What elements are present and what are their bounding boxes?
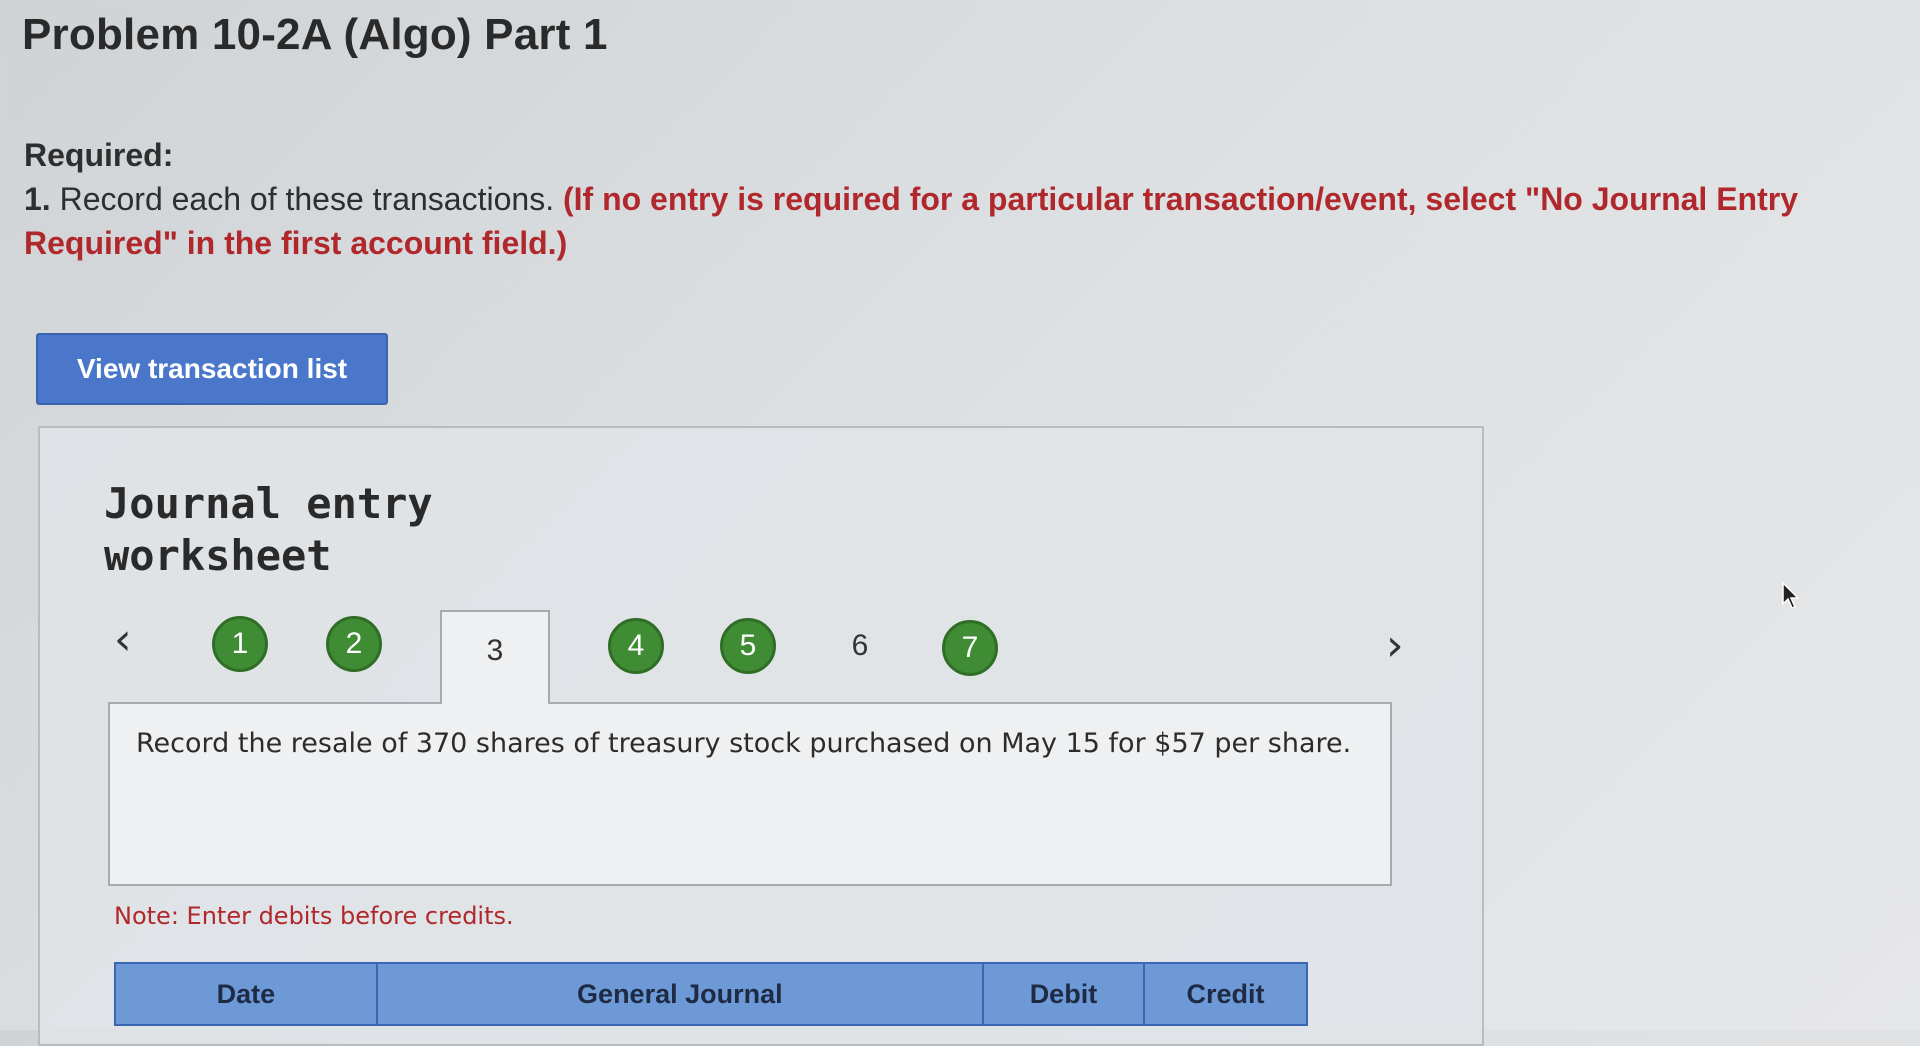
column-header-date: Date [114,962,378,1026]
step-1[interactable]: 1 [212,616,268,672]
journal-entry-worksheet: Journal entry worksheet ‹ 1 2 3 4 5 6 7 … [38,426,1484,1046]
view-transaction-list-button[interactable]: View transaction list [36,333,388,405]
transaction-description: Record the resale of 370 shares of treas… [108,702,1392,886]
required-item-text: Record each of these transactions. [59,181,555,217]
step-6[interactable]: 6 [832,618,888,674]
required-heading: Required: [24,137,174,173]
column-header-debit: Debit [981,962,1145,1026]
step-7[interactable]: 7 [942,620,998,676]
column-header-general-journal: General Journal [375,962,984,1026]
step-5[interactable]: 5 [720,618,776,674]
page-title: Problem 10-2A (Algo) Part 1 [22,10,608,59]
step-2[interactable]: 2 [326,616,382,672]
entry-note: Note: Enter debits before credits. [114,902,514,930]
required-section: Required: 1. Record each of these transa… [24,133,1904,265]
required-item-number: 1. [24,181,51,217]
step-4[interactable]: 4 [608,618,664,674]
journal-table-header-row: Date General Journal Debit Credit [114,962,1309,1026]
chevron-right-icon[interactable]: › [1386,624,1404,668]
worksheet-title: Journal entry worksheet [104,479,433,580]
mouse-pointer-icon [1782,581,1800,615]
step-3-active-tab[interactable]: 3 [440,610,550,704]
column-header-credit: Credit [1142,962,1309,1026]
chevron-left-icon[interactable]: ‹ [114,618,132,662]
journal-table: Date General Journal Debit Credit [114,962,1309,1026]
